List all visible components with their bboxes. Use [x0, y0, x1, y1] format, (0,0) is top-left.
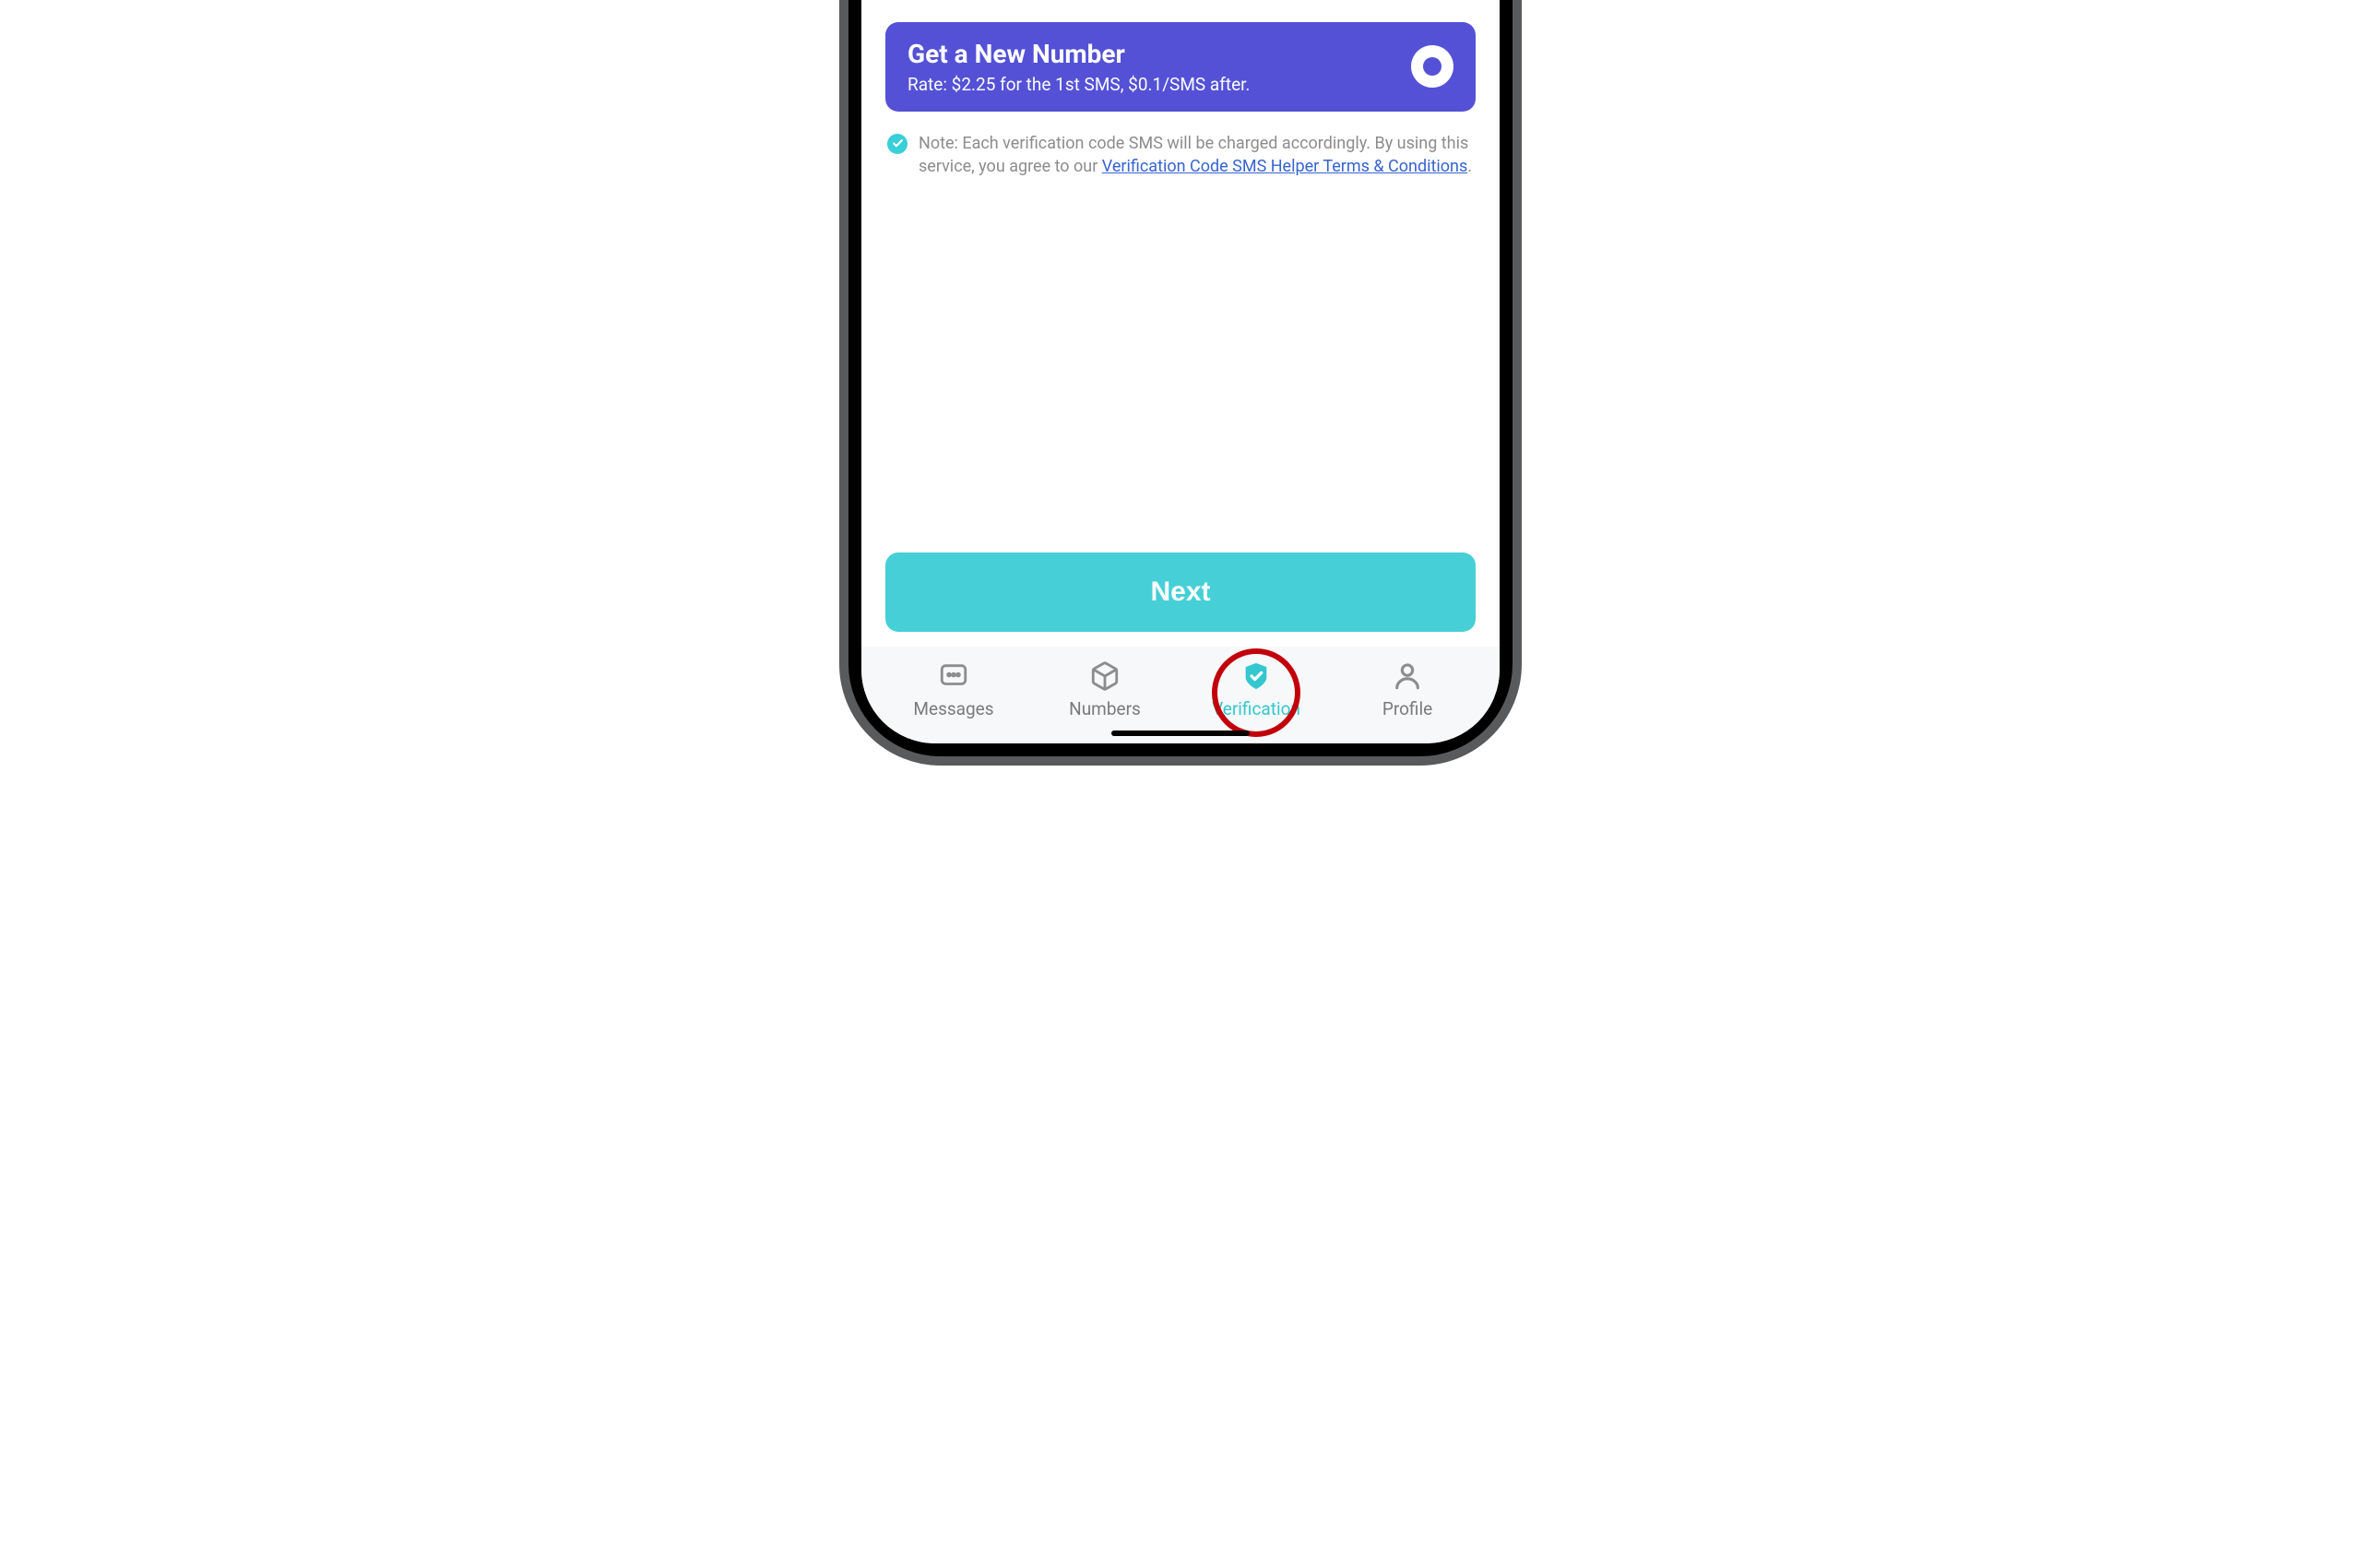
cube-icon: [1088, 659, 1121, 693]
banner-subtitle: Rate: $2.25 for the 1st SMS, $0.1/SMS af…: [908, 74, 1250, 95]
top-spacer: [885, 0, 1476, 22]
next-button-wrap: Next: [861, 552, 1500, 647]
banner-title: Get a New Number: [908, 39, 1250, 70]
tab-profile-label: Profile: [1382, 698, 1432, 719]
shield-check-icon: [1240, 659, 1273, 693]
tab-numbers-label: Numbers: [1069, 698, 1141, 719]
get-new-number-banner[interactable]: Get a New Number Rate: $2.25 for the 1st…: [885, 22, 1476, 112]
check-icon: [887, 134, 908, 154]
tab-verification-label: Verification: [1212, 698, 1300, 719]
profile-icon: [1391, 659, 1424, 693]
tab-messages[interactable]: Messages: [898, 659, 1009, 719]
next-button[interactable]: Next: [885, 552, 1476, 632]
banner-text: Get a New Number Rate: $2.25 for the 1st…: [908, 39, 1250, 95]
terms-link[interactable]: Verification Code SMS Helper Terms & Con…: [1102, 157, 1467, 176]
radio-selected-icon: [1411, 45, 1453, 88]
tab-profile[interactable]: Profile: [1352, 659, 1463, 719]
tab-verification[interactable]: Verification: [1201, 659, 1311, 719]
phone-frame: Get a New Number Rate: $2.25 for the 1st…: [839, 0, 1522, 766]
note-suffix: .: [1467, 157, 1472, 176]
tab-messages-label: Messages: [913, 698, 993, 719]
note-row: Note: Each verification code SMS will be…: [885, 132, 1476, 178]
phone-inner: Get a New Number Rate: $2.25 for the 1st…: [861, 0, 1500, 743]
bottom-bar: Next Messages Numbers: [861, 552, 1500, 743]
messages-icon: [937, 659, 970, 693]
note-text: Note: Each verification code SMS will be…: [919, 132, 1474, 178]
radio-dot: [1423, 57, 1442, 76]
tab-bar: Messages Numbers Verification: [861, 647, 1500, 743]
tab-numbers[interactable]: Numbers: [1050, 659, 1160, 719]
screen: Get a New Number Rate: $2.25 for the 1st…: [861, 0, 1500, 743]
home-indicator[interactable]: [1111, 731, 1250, 736]
